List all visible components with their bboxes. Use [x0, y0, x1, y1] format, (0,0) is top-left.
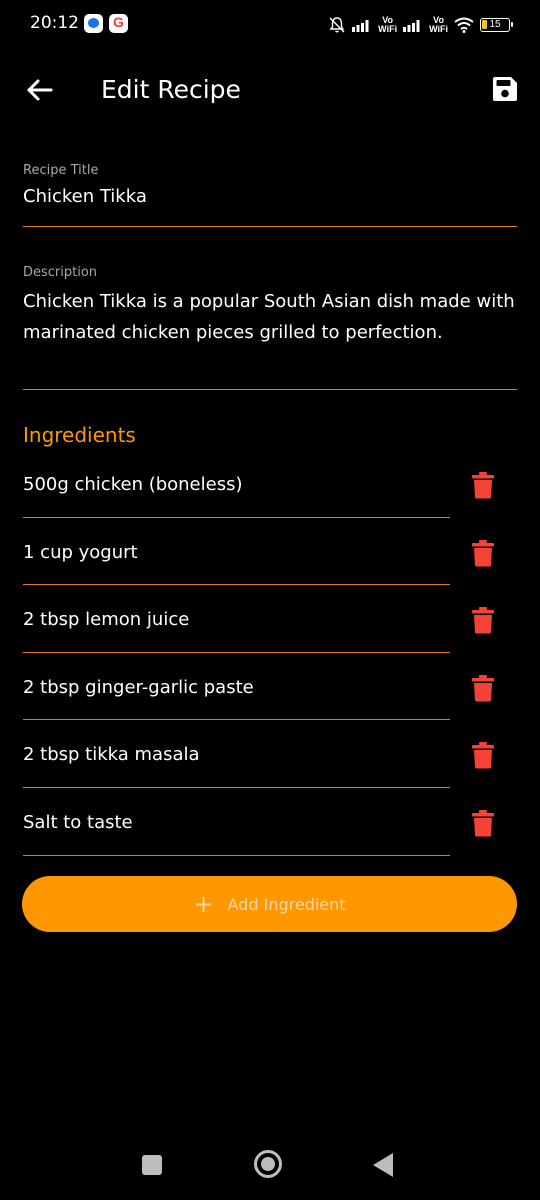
trash-icon	[471, 809, 495, 837]
ingredient-input[interactable]: Salt to taste	[23, 788, 450, 856]
ingredient-input[interactable]: 1 cup yogurt	[23, 518, 450, 586]
delete-ingredient-button[interactable]	[471, 471, 495, 499]
home-button[interactable]	[254, 1150, 282, 1178]
status-bar: 20:12 G VoWiFi VoWiFi 15	[0, 0, 540, 50]
recent-apps-button[interactable]	[142, 1155, 162, 1175]
status-time: 20:12	[30, 13, 79, 33]
trash-icon	[471, 471, 495, 499]
ingredient-input[interactable]: 2 tbsp tikka masala	[23, 720, 450, 788]
trash-icon	[471, 539, 495, 567]
delete-ingredient-button[interactable]	[471, 741, 495, 769]
system-back-button[interactable]	[373, 1153, 393, 1177]
ingredient-input[interactable]: 2 tbsp ginger-garlic paste	[23, 653, 450, 721]
vowifi-label: VoWiFi	[378, 16, 397, 34]
ingredient-input[interactable]: 500g chicken (boneless)	[23, 450, 450, 518]
vowifi-label: VoWiFi	[429, 16, 448, 34]
app-bar: Edit Recipe	[0, 62, 540, 122]
wifi-icon	[454, 17, 474, 33]
description-input[interactable]: Chicken Tikka is a popular South Asian d…	[23, 286, 517, 348]
delete-ingredient-button[interactable]	[471, 539, 495, 567]
recipe-title-input[interactable]: Chicken Tikka	[23, 186, 517, 207]
silent-icon	[328, 16, 346, 34]
back-button[interactable]	[24, 74, 56, 106]
delete-ingredient-button[interactable]	[471, 674, 495, 702]
google-icon: G	[109, 14, 128, 33]
arrow-left-icon	[24, 74, 56, 106]
status-icons: VoWiFi VoWiFi 15	[328, 12, 510, 38]
save-button[interactable]	[490, 74, 520, 104]
ingredients-heading: Ingredients	[23, 423, 136, 447]
ingredient-row: 500g chicken (boneless)	[0, 450, 540, 518]
ingredient-row: 2 tbsp ginger-garlic paste	[0, 653, 540, 721]
page-title: Edit Recipe	[101, 75, 241, 104]
system-nav-bar	[0, 1130, 540, 1200]
ingredient-row: Salt to taste	[0, 788, 540, 856]
messages-icon	[84, 14, 103, 33]
ingredient-list: 500g chicken (boneless) 1 cup yogurt 2 t…	[0, 450, 540, 856]
ingredient-row: 2 tbsp tikka masala	[0, 720, 540, 788]
ingredient-input[interactable]: 2 tbsp lemon juice	[23, 585, 450, 653]
trash-icon	[471, 674, 495, 702]
ingredient-row: 2 tbsp lemon juice	[0, 585, 540, 653]
add-ingredient-button[interactable]: + Add Ingredient	[22, 876, 517, 932]
save-icon	[490, 74, 520, 104]
battery-icon: 15	[480, 18, 510, 32]
recipe-title-field[interactable]: Recipe Title Chicken Tikka	[23, 163, 517, 227]
ingredient-row: 1 cup yogurt	[0, 518, 540, 586]
signal-icon	[352, 18, 372, 32]
add-ingredient-label: Add Ingredient	[228, 895, 346, 914]
description-field[interactable]: Description Chicken Tikka is a popular S…	[23, 265, 517, 390]
trash-icon	[471, 606, 495, 634]
plus-icon: +	[193, 892, 213, 916]
description-label: Description	[23, 265, 517, 280]
recipe-title-label: Recipe Title	[23, 163, 517, 178]
delete-ingredient-button[interactable]	[471, 606, 495, 634]
delete-ingredient-button[interactable]	[471, 809, 495, 837]
trash-icon	[471, 741, 495, 769]
signal-icon	[403, 18, 423, 32]
